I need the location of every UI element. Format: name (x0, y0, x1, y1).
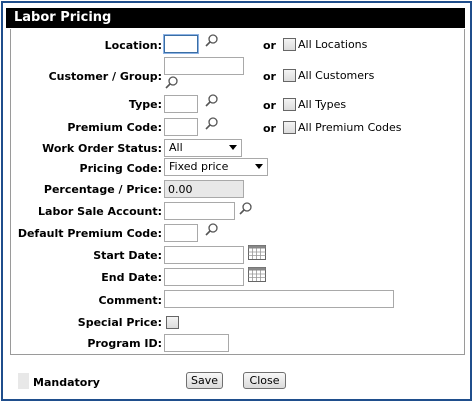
form-panel: Location: or All Locations Customer / Gr… (10, 29, 465, 355)
chevron-down-icon (229, 145, 237, 150)
all-premium-codes-checkbox[interactable] (283, 121, 296, 134)
calendar-icon[interactable] (248, 245, 266, 260)
labor-sale-account-input[interactable] (164, 202, 235, 220)
premium-code-label: Premium Code: (67, 121, 162, 134)
default-premium-code-lookup-icon[interactable] (204, 222, 219, 237)
default-premium-code-label: Default Premium Code: (17, 227, 162, 240)
all-customers-label: All Customers (298, 69, 375, 82)
program-id-label: Program ID: (87, 337, 162, 350)
start-date-label: Start Date: (93, 249, 162, 262)
location-label: Location: (104, 39, 162, 52)
or-label: or (263, 39, 276, 52)
location-lookup-icon[interactable] (204, 33, 219, 48)
percentage-price-input[interactable] (164, 180, 244, 198)
type-input[interactable] (164, 95, 198, 113)
pricing-code-value: Fixed price (169, 160, 229, 173)
special-price-checkbox[interactable] (166, 316, 179, 329)
pricing-code-select[interactable]: Fixed price (164, 158, 268, 176)
chevron-down-icon (255, 164, 263, 169)
special-price-label: Special Price: (77, 316, 162, 329)
or-label: or (263, 99, 276, 112)
customer-group-input[interactable] (164, 57, 244, 75)
percentage-price-label: Percentage / Price: (43, 183, 162, 196)
end-date-input[interactable] (164, 268, 244, 286)
all-customers-checkbox[interactable] (283, 69, 296, 82)
all-types-label: All Types (298, 98, 347, 111)
save-button[interactable]: Save (186, 372, 223, 389)
customer-lookup-icon[interactable] (164, 75, 179, 90)
labor-pricing-window: Labor Pricing Location: or All Locations… (1, 1, 472, 401)
type-label: Type: (128, 98, 162, 111)
all-premium-codes-label: All Premium Codes (298, 121, 402, 134)
or-label: or (263, 122, 276, 135)
premium-code-input[interactable] (164, 118, 198, 136)
work-order-status-label: Work Order Status: (42, 142, 162, 155)
mandatory-label: Mandatory (33, 376, 100, 389)
or-label: or (263, 70, 276, 83)
all-locations-checkbox[interactable] (283, 38, 296, 51)
comment-label: Comment: (98, 294, 162, 307)
window-title: Labor Pricing (6, 8, 465, 28)
all-locations-label: All Locations (298, 38, 368, 51)
program-id-input[interactable] (164, 334, 229, 352)
premium-code-lookup-icon[interactable] (204, 116, 219, 131)
start-date-input[interactable] (164, 246, 244, 264)
all-types-checkbox[interactable] (283, 98, 296, 111)
labor-sale-account-lookup-icon[interactable] (238, 201, 253, 216)
customer-group-label: Customer / Group: (48, 70, 162, 83)
mandatory-indicator (18, 373, 29, 389)
location-input[interactable] (164, 35, 198, 53)
close-button[interactable]: Close (243, 372, 286, 389)
type-lookup-icon[interactable] (204, 93, 219, 108)
comment-input[interactable] (164, 290, 394, 308)
work-order-status-select[interactable]: All (164, 139, 242, 157)
default-premium-code-input[interactable] (164, 224, 198, 242)
end-date-label: End Date: (101, 271, 162, 284)
work-order-status-value: All (169, 141, 183, 154)
calendar-icon[interactable] (248, 267, 266, 282)
labor-sale-account-label: Labor Sale Account: (38, 205, 162, 218)
pricing-code-label: Pricing Code: (79, 162, 162, 175)
